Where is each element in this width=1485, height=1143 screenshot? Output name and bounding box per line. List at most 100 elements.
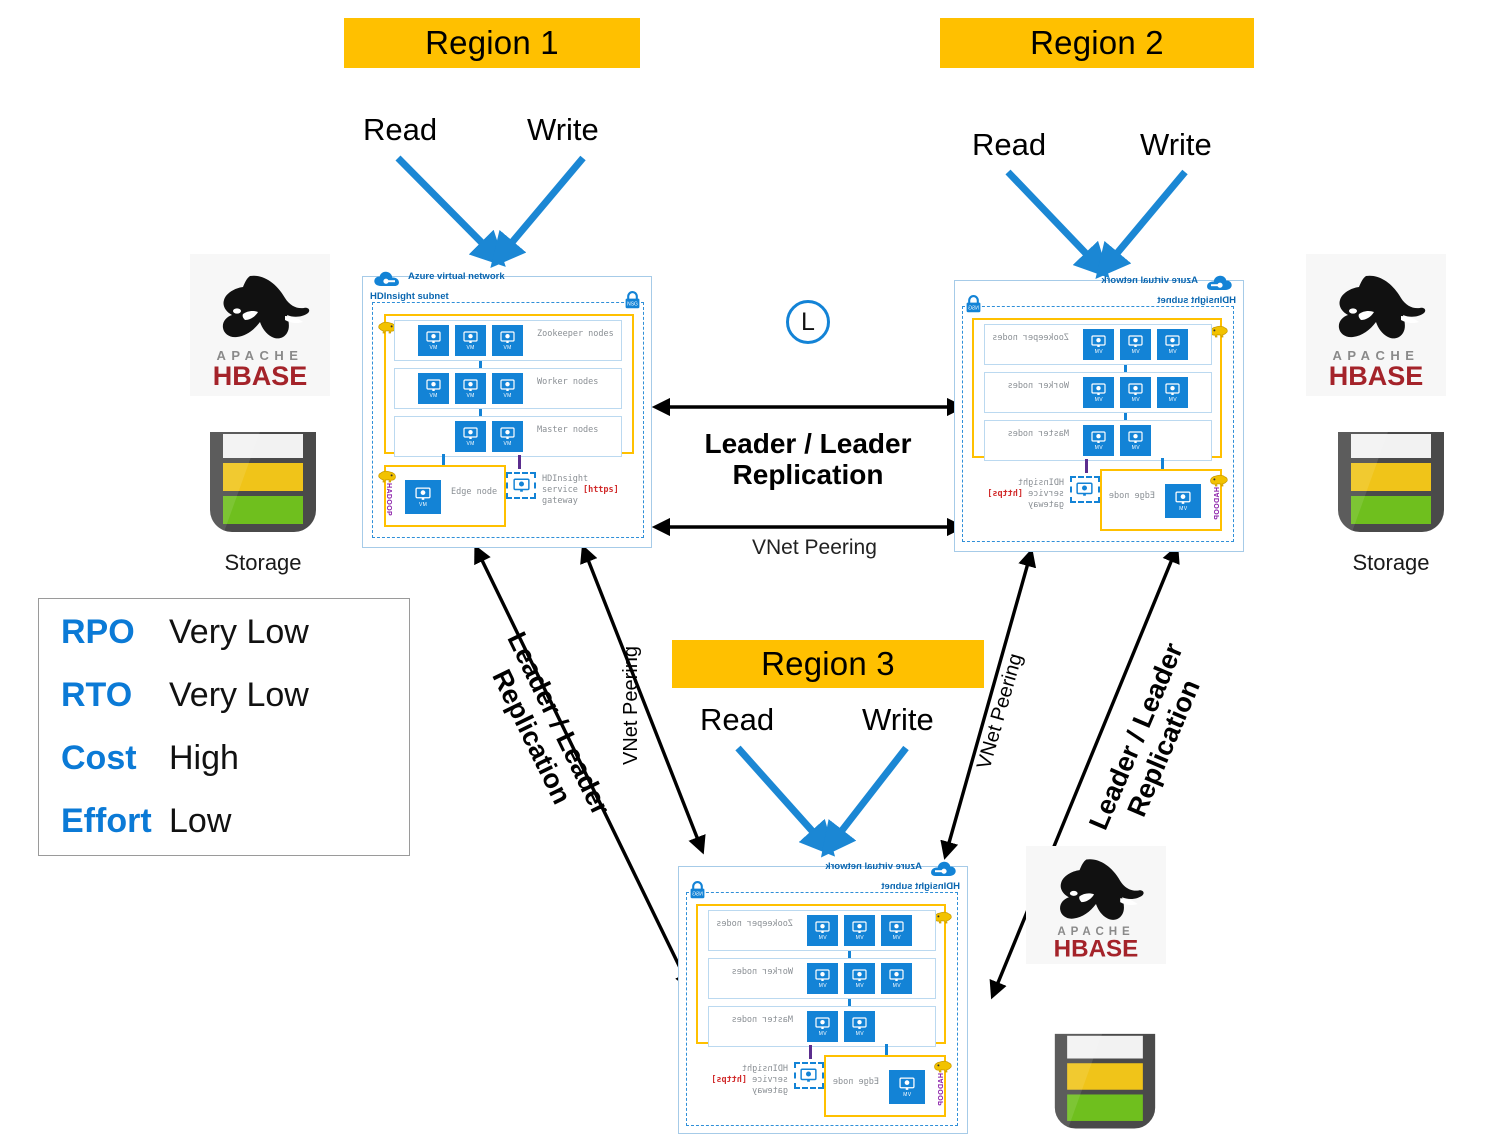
- vm-label: VM: [855, 982, 864, 989]
- hdinsight-gateway-box[interactable]: [1070, 476, 1100, 503]
- subnet-label: HDInsight subnet: [881, 881, 960, 892]
- vm-label: VM: [902, 1091, 912, 1098]
- master-nodes-label: Master nodes: [731, 1015, 793, 1025]
- vm-label: VM: [503, 392, 512, 399]
- worker-vm-1[interactable]: VM: [881, 963, 912, 994]
- vm-label: VM: [466, 344, 475, 351]
- region1-banner-label: Region 1: [425, 24, 559, 61]
- vnet-label: Azure virtual network: [825, 861, 922, 872]
- hdinsight-gateway-box[interactable]: [506, 472, 536, 499]
- vm-label: VM: [503, 344, 512, 351]
- hadoop-elephant-icon-edge: [378, 470, 396, 483]
- vm-label: VM: [1131, 444, 1140, 451]
- orca-whale-shape: [1060, 859, 1144, 920]
- metrics-row-effort: Effort Low: [39, 802, 409, 865]
- vm-label: VM: [892, 934, 901, 941]
- vm-label: VM: [466, 440, 475, 447]
- azure-cloud-icon: [931, 861, 956, 876]
- svg-text:NSG: NSG: [627, 301, 638, 307]
- hbase-logo-region3: APACHE HBASE: [1026, 846, 1166, 964]
- zookeeper-nodes-label: Zookeeper nodes: [992, 333, 1069, 343]
- hadoop-elephant-icon-top: [1210, 325, 1228, 338]
- edge-node-label: Edge node: [832, 1077, 879, 1087]
- metrics-row-rpo: RPO Very Low: [39, 613, 409, 676]
- master-vm-2[interactable]: VM: [807, 1011, 838, 1042]
- metrics-key-effort: Effort: [61, 802, 152, 840]
- region2-write-label: Write: [1140, 127, 1212, 162]
- zookeeper-vm-2[interactable]: VM: [844, 915, 875, 946]
- master-vm-1[interactable]: VM: [1120, 425, 1151, 456]
- nsg-lock-icon: NSG: [966, 295, 981, 313]
- vm-label: VM: [855, 1030, 864, 1037]
- gateway-line3: gateway: [542, 496, 578, 507]
- region3-cluster: Azure virtual network HDInsight subnet N…: [672, 848, 978, 1138]
- metrics-row-cost: Cost High: [39, 739, 409, 802]
- worker-vm-2[interactable]: VM: [455, 373, 486, 404]
- zookeeper-vm-1[interactable]: VM: [881, 915, 912, 946]
- svg-text:HBASE: HBASE: [213, 361, 308, 391]
- subnet-label: HDInsight subnet: [370, 291, 449, 302]
- zookeeper-vm-3[interactable]: VM: [807, 915, 838, 946]
- master-vm-1[interactable]: VM: [844, 1011, 875, 1042]
- gateway-line1: HDInsight: [542, 474, 589, 484]
- gateway-https: [https]: [987, 489, 1024, 500]
- gateway-https: [https]: [711, 1075, 748, 1086]
- edge-node-label: Edge node: [451, 487, 498, 497]
- worker-vm-3[interactable]: VM: [492, 373, 523, 404]
- vm-label: VM: [818, 934, 827, 941]
- orca-whale-shape: [1338, 275, 1426, 339]
- master-vm-2[interactable]: VM: [492, 421, 523, 452]
- hadoop-elephant-icon-top: [934, 911, 952, 924]
- metrics-value-effort: Low: [169, 802, 232, 840]
- edge-vm-1[interactable]: VM: [1165, 484, 1201, 518]
- hadoop-label: HADOOP: [1214, 487, 1221, 521]
- hadoop-label: HADOOP: [938, 1073, 945, 1107]
- region3-banner-label: Region 3: [761, 645, 895, 682]
- zookeeper-vm-1[interactable]: VM: [418, 325, 449, 356]
- svg-text:NSG: NSG: [968, 305, 979, 311]
- master-vm-2[interactable]: VM: [1083, 425, 1114, 456]
- hadoop-elephant-icon-edge: [1210, 474, 1228, 487]
- hadoop-elephant-icon-edge: [934, 1060, 952, 1073]
- zookeeper-vm-3[interactable]: VM: [1083, 329, 1114, 360]
- worker-vm-2[interactable]: VM: [844, 963, 875, 994]
- zookeeper-nodes-label: Zookeeper nodes: [537, 329, 614, 339]
- worker-vm-3[interactable]: VM: [807, 963, 838, 994]
- hdinsight-gateway-box[interactable]: [794, 1062, 824, 1089]
- master-vm-1[interactable]: VM: [455, 421, 486, 452]
- metrics-row-rto: RTO Very Low: [39, 676, 409, 739]
- gateway-link: [518, 455, 521, 469]
- metrics-table: RPO Very Low RTO Very Low Cost High Effo…: [38, 598, 410, 856]
- edge-vm-1[interactable]: VM: [889, 1070, 925, 1104]
- subnet-label: HDInsight subnet: [1157, 295, 1236, 306]
- gateway-line2a: service: [747, 1075, 788, 1086]
- hdinsight-gateway-label: HDInsight service [https] gateway: [987, 478, 1064, 511]
- worker-vm-1[interactable]: VM: [1157, 377, 1188, 408]
- region2-read-label: Read: [972, 127, 1047, 162]
- leader-badge: L: [786, 300, 830, 344]
- zookeeper-vm-3[interactable]: VM: [492, 325, 523, 356]
- azure-cloud-icon: [374, 271, 399, 286]
- vm-label: VM: [429, 392, 438, 399]
- svg-text:HBASE: HBASE: [1054, 935, 1139, 962]
- region2-read-write-arrows: [1005, 169, 1188, 280]
- storage-icon-region3: [1044, 1032, 1166, 1138]
- edge-node-label: Edge node: [1108, 491, 1155, 501]
- worker-vm-1[interactable]: VM: [418, 373, 449, 404]
- vm-label: VM: [1094, 396, 1103, 403]
- gateway-line1: HDInsight: [1017, 478, 1064, 488]
- metrics-key-rpo: RPO: [61, 613, 135, 651]
- metrics-key-rto: RTO: [61, 676, 133, 714]
- region2-banner-label: Region 2: [1030, 24, 1164, 61]
- vm-label: VM: [855, 934, 864, 941]
- vnet-label: Azure virtual network: [1101, 275, 1198, 286]
- worker-vm-3[interactable]: VM: [1083, 377, 1114, 408]
- edge-vm-1[interactable]: VM: [405, 480, 441, 514]
- gateway-line2a: service: [542, 485, 583, 496]
- region2-cluster: Azure virtual network HDInsight subnet N…: [948, 262, 1254, 554]
- zookeeper-vm-1[interactable]: VM: [1157, 329, 1188, 360]
- vm-label: VM: [1178, 505, 1188, 512]
- worker-vm-2[interactable]: VM: [1120, 377, 1151, 408]
- zookeeper-vm-2[interactable]: VM: [455, 325, 486, 356]
- zookeeper-vm-2[interactable]: VM: [1120, 329, 1151, 360]
